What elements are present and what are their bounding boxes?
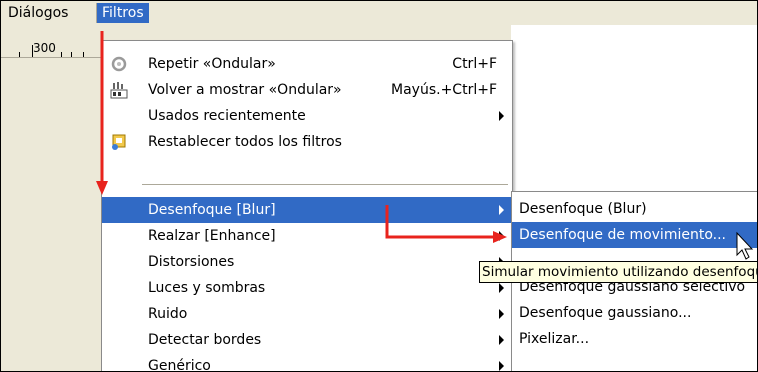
annotation-arrow-head [493, 231, 507, 243]
annotation-overlay [96, 31, 754, 260]
annotation-arrow-head [96, 181, 108, 195]
gimp-window: Diálogos Filtros 300 Repetir «Ondular» C… [0, 0, 758, 372]
annotation-arrow-line [385, 205, 495, 239]
mouse-cursor-icon [736, 231, 754, 260]
